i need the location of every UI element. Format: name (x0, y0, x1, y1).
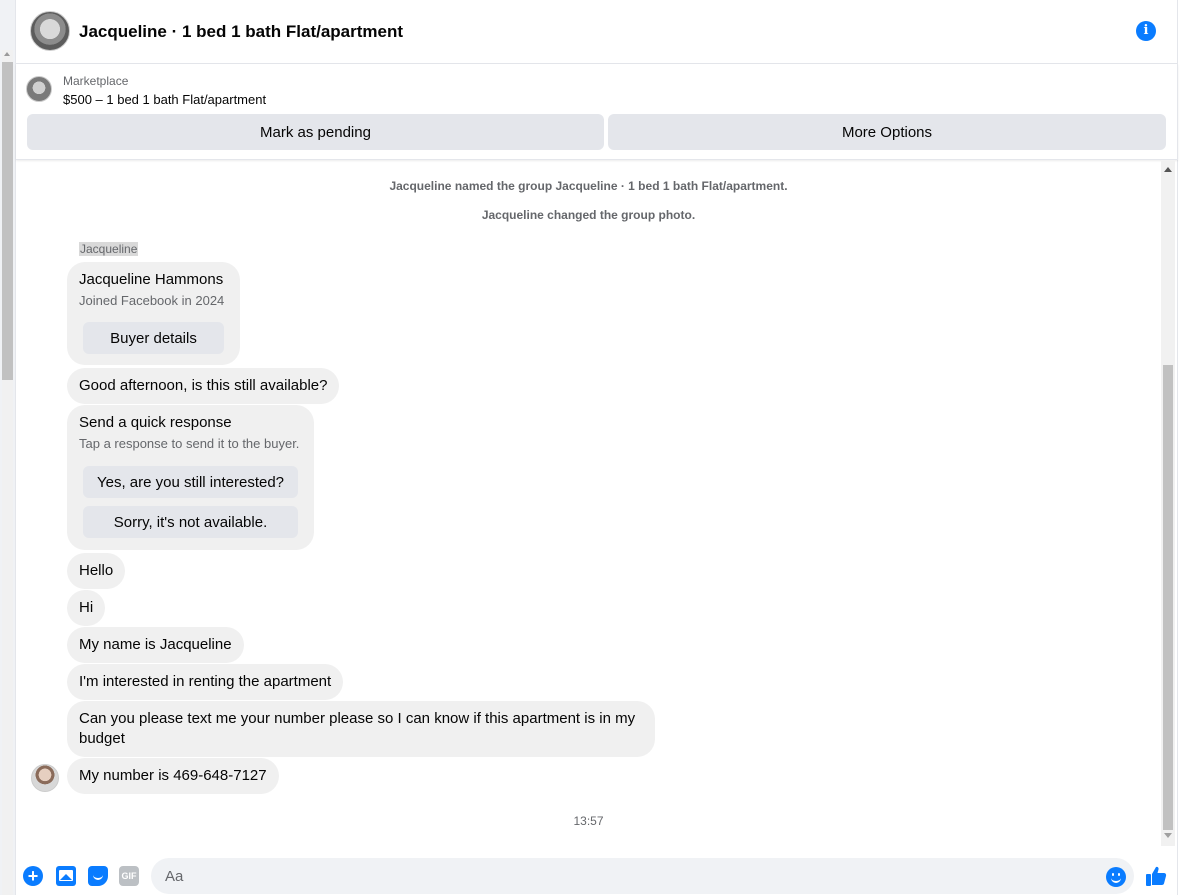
message-bubble[interactable]: My name is Jacqueline (67, 627, 244, 663)
page-scroll-thumb[interactable] (2, 62, 13, 380)
quick-response-card: Send a quick response Tap a response to … (67, 405, 314, 550)
message-bubble[interactable]: My number is 469-648-7127 (67, 758, 279, 794)
profile-joined: Joined Facebook in 2024 (79, 293, 225, 308)
page-scroll-up-arrow[interactable] (4, 52, 10, 56)
message-bubble[interactable]: I'm interested in renting the apartment (67, 664, 344, 700)
listing-kind: Marketplace (63, 74, 129, 88)
profile-card: Jacqueline Hammons Joined Facebook in 20… (67, 262, 240, 365)
sender-name: Jacqueline (79, 242, 139, 256)
scroll-down-arrow[interactable] (1164, 833, 1172, 838)
listing-price-title[interactable]: $500 – 1 bed 1 bath Flat/apartment (63, 92, 266, 107)
more-options-button[interactable]: More Options (608, 114, 1166, 150)
system-message: Jacqueline changed the group photo. (481, 208, 696, 222)
quick-response-sorry-button[interactable]: Sorry, it's not available. (83, 506, 298, 538)
message-timestamp: 13:57 (573, 814, 604, 828)
gif-icon[interactable]: GIF (119, 866, 139, 886)
quick-response-yes-button[interactable]: Yes, are you still interested? (83, 466, 298, 498)
like-icon[interactable] (1144, 864, 1168, 888)
chat-window: Jacqueline · 1 bed 1 bath Flat/apartment… (16, 0, 1178, 895)
listing-bar: Marketplace $500 – 1 bed 1 bath Flat/apa… (16, 64, 1178, 160)
system-message: Jacqueline named the group Jacqueline · … (389, 179, 788, 193)
buyer-details-button[interactable]: Buyer details (83, 322, 224, 354)
info-icon[interactable]: i (1136, 21, 1156, 41)
emoji-icon[interactable] (1106, 867, 1126, 887)
message-list[interactable]: Jacqueline named the group Jacqueline · … (16, 161, 1178, 846)
message-bubble[interactable]: Hi (67, 590, 106, 626)
plus-icon[interactable]: + (23, 866, 43, 886)
message-bubble[interactable]: Can you please text me your number pleas… (67, 701, 655, 757)
profile-name: Jacqueline Hammons (79, 271, 224, 288)
sender-avatar[interactable] (31, 764, 59, 792)
scroll-up-arrow[interactable] (1164, 167, 1172, 172)
quick-response-subtitle: Tap a response to send it to the buyer. (79, 436, 300, 451)
photo-icon[interactable] (56, 866, 76, 886)
message-input[interactable] (151, 858, 1134, 894)
chat-title[interactable]: Jacqueline · 1 bed 1 bath Flat/apartment (79, 22, 403, 42)
page-scrollbar[interactable] (0, 0, 16, 895)
listing-thumbnail[interactable] (26, 76, 52, 102)
chat-scroll-thumb[interactable] (1163, 365, 1173, 830)
message-bubble[interactable]: Good afternoon, is this still available? (67, 368, 340, 404)
sticker-icon[interactable] (88, 866, 108, 886)
chat-scrollbar[interactable] (1161, 161, 1175, 846)
quick-response-title: Send a quick response (79, 414, 232, 431)
chat-header: Jacqueline · 1 bed 1 bath Flat/apartment… (16, 0, 1178, 64)
message-bubble[interactable]: Hello (67, 553, 126, 589)
composer: + GIF (16, 846, 1178, 895)
group-avatar[interactable] (30, 11, 70, 51)
mark-as-pending-button[interactable]: Mark as pending (27, 114, 604, 150)
